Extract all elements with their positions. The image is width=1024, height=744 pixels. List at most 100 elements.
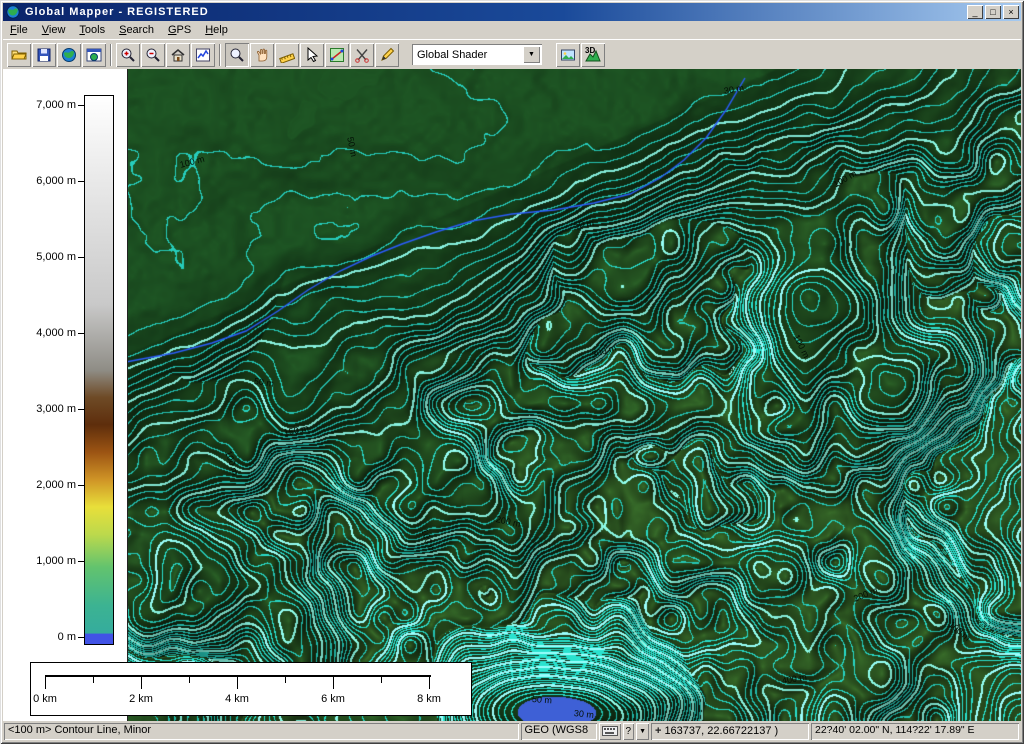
globe-window-icon	[86, 47, 102, 63]
pan-tool-button[interactable]	[250, 43, 274, 67]
scale-bar: 0 km2 km4 km6 km8 km	[30, 662, 472, 716]
toolbar-separator	[219, 44, 221, 66]
minimize-icon: _	[972, 7, 977, 17]
keyboard-glyph-icon	[602, 726, 618, 736]
pointer-tool-button[interactable]	[300, 43, 324, 67]
legend-label: 7,000 m	[36, 99, 76, 111]
menu-view[interactable]: View	[35, 22, 73, 38]
scale-label: 4 km	[215, 693, 259, 705]
window-controls: _ □ ×	[967, 5, 1019, 19]
crop-tool-button[interactable]	[350, 43, 374, 67]
legend-label: 4,000 m	[36, 327, 76, 339]
elevation-legend: 7,000 m6,000 m5,000 m4,000 m3,000 m2,000…	[3, 69, 128, 721]
path-profile-icon	[329, 47, 345, 63]
restore-button[interactable]: □	[985, 5, 1001, 19]
scale-label: 6 km	[311, 693, 355, 705]
help-button[interactable]: ?	[623, 723, 635, 740]
globe-icon	[61, 47, 77, 63]
scale-tick	[141, 675, 142, 689]
threed-label: 3D	[585, 46, 595, 55]
status-coordinates: + 163737, 22.66722137 )	[651, 723, 809, 740]
shader-value: Global Shader	[417, 49, 487, 61]
zoom-out-icon	[145, 47, 161, 63]
profile-chart-button[interactable]	[191, 43, 215, 67]
overlay-control-button[interactable]	[82, 43, 106, 67]
chevron-down-icon: ▼	[528, 51, 535, 58]
chevron-down-small-icon: ▼	[639, 728, 646, 735]
scale-tick	[237, 675, 238, 689]
status-projection: GEO (WGS8	[521, 723, 597, 740]
load-online-data-button[interactable]	[57, 43, 81, 67]
hand-icon	[254, 47, 270, 63]
close-button[interactable]: ×	[1003, 5, 1019, 19]
profile-chart-icon	[195, 47, 211, 63]
scale-tick	[381, 675, 382, 683]
legend-label: 6,000 m	[36, 175, 76, 187]
keyboard-icon[interactable]	[599, 723, 621, 740]
scale-tick	[429, 675, 430, 689]
menu-help[interactable]: Help	[198, 22, 235, 38]
app-window: Global Mapper - REGISTERED _ □ × FileVie…	[0, 0, 1024, 744]
save-button[interactable]	[32, 43, 56, 67]
shader-dropdown-button[interactable]: ▼	[523, 46, 540, 63]
zoom-in-icon	[120, 47, 136, 63]
legend-labels: 7,000 m6,000 m5,000 m4,000 m3,000 m2,000…	[3, 69, 80, 721]
capture-screen-button[interactable]	[556, 43, 580, 67]
legend-label: 1,000 m	[36, 555, 76, 567]
map-canvas[interactable]	[3, 69, 1021, 721]
menu-bar: FileViewToolsSearchGPSHelp	[3, 21, 1021, 39]
path-profile-tool-button[interactable]	[325, 43, 349, 67]
restore-icon: □	[990, 7, 995, 17]
digitizer-tool-button[interactable]	[375, 43, 399, 67]
shader-select[interactable]: Global Shader ▼	[412, 44, 542, 65]
status-latlon: 22?40' 02.00" N, 114?22' 17.89" E	[811, 723, 1019, 740]
legend-gradient-bar	[84, 95, 114, 645]
legend-label: 5,000 m	[36, 251, 76, 263]
view-3d-button[interactable]: 3D	[581, 43, 605, 67]
coordinates-text: 163737, 22.66722137 )	[664, 724, 778, 739]
window-title: Global Mapper - REGISTERED	[25, 6, 967, 18]
home-icon	[170, 47, 186, 63]
status-dropdown-button[interactable]: ▼	[636, 723, 649, 740]
scale-tick	[93, 675, 94, 683]
magnifier-icon	[229, 47, 245, 63]
status-feature: <100 m> Contour Line, Minor	[4, 723, 519, 740]
picture-icon	[560, 47, 576, 63]
crosshair-icon: +	[655, 724, 661, 739]
minimize-button[interactable]: _	[967, 5, 983, 19]
pen-icon	[379, 47, 395, 63]
zoom-tool-button[interactable]	[225, 43, 249, 67]
menu-tools[interactable]: Tools	[72, 22, 112, 38]
title-bar[interactable]: Global Mapper - REGISTERED _ □ ×	[3, 3, 1021, 21]
map-content: 30 m100 m50 m50 m100 m50 m150 m100 m300 …	[3, 69, 1021, 721]
scale-line	[45, 675, 431, 677]
menu-gps[interactable]: GPS	[161, 22, 198, 38]
legend-label: 2,000 m	[36, 479, 76, 491]
scale-label: 2 km	[119, 693, 163, 705]
toolbar: Global Shader ▼ 3D	[3, 39, 1021, 69]
toolbar-separator	[110, 44, 112, 66]
scale-tick	[45, 675, 46, 689]
full-extent-button[interactable]	[166, 43, 190, 67]
floppy-icon	[36, 47, 52, 63]
globe-logo-icon	[6, 5, 20, 19]
close-icon: ×	[1008, 7, 1013, 17]
measure-tool-button[interactable]	[275, 43, 299, 67]
zoom-out-button[interactable]	[141, 43, 165, 67]
zoom-in-button[interactable]	[116, 43, 140, 67]
scale-label: 8 km	[407, 693, 451, 705]
open-file-button[interactable]	[7, 43, 31, 67]
arrow-pointer-icon	[304, 47, 320, 63]
scale-label: 0 km	[23, 693, 67, 705]
legend-label: 0 m	[58, 631, 76, 643]
help-icon: ?	[626, 726, 632, 737]
menu-file[interactable]: File	[3, 22, 35, 38]
ruler-icon	[279, 47, 295, 63]
scale-tick	[285, 675, 286, 683]
app-icon	[5, 4, 21, 20]
menu-search[interactable]: Search	[112, 22, 161, 38]
status-bar: <100 m> Contour Line, Minor GEO (WGS8 ? …	[3, 721, 1021, 741]
open-folder-icon	[11, 47, 27, 63]
scissors-icon	[354, 47, 370, 63]
scale-tick	[333, 675, 334, 689]
